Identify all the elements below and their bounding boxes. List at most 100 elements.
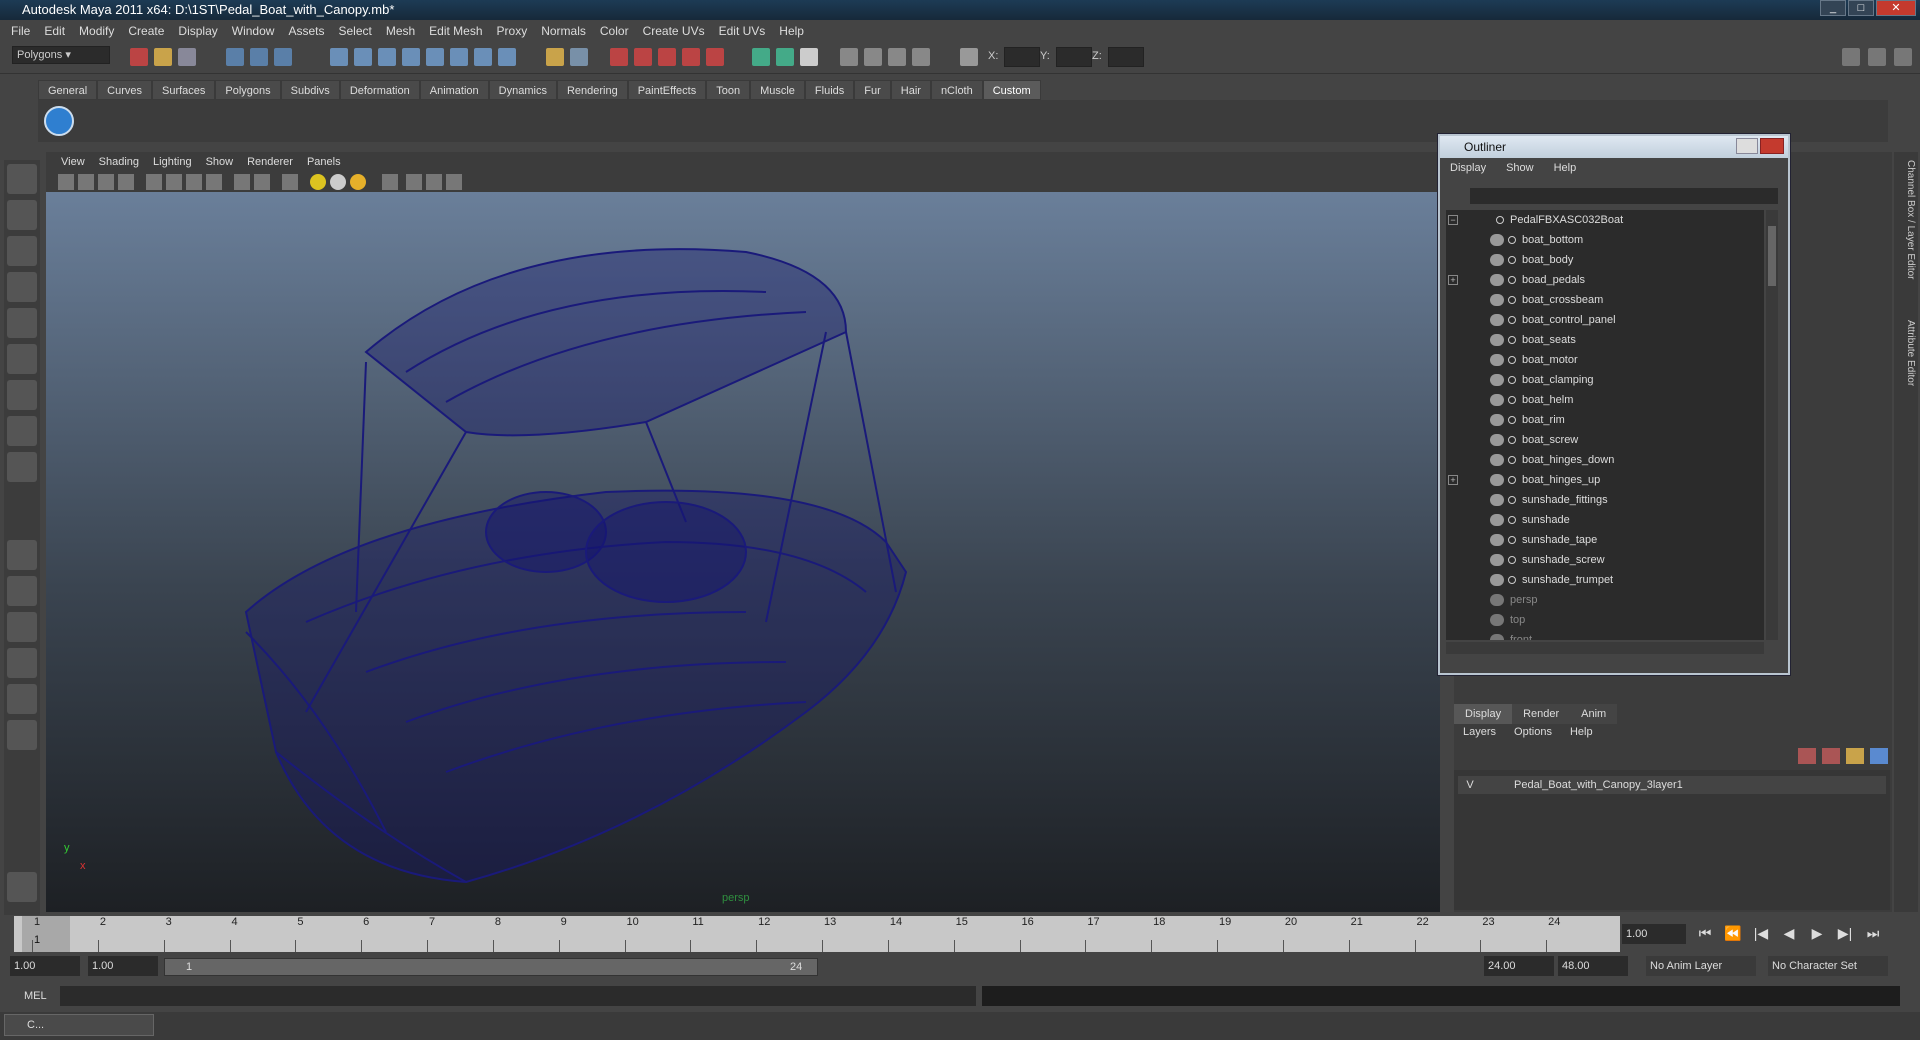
absolute-transform-icon[interactable]: [960, 48, 978, 66]
snap-curve-icon[interactable]: [354, 48, 372, 66]
tab-rendering[interactable]: Rendering: [556, 80, 628, 100]
open-scene-icon[interactable]: [154, 48, 172, 66]
list-item[interactable]: sunshade_screw: [1446, 550, 1764, 570]
list-item[interactable]: boat_bottom: [1446, 230, 1764, 250]
render-settings-icon[interactable]: [658, 48, 676, 66]
image-plane-icon[interactable]: [118, 174, 134, 190]
resolution-gate-icon[interactable]: [186, 174, 202, 190]
new-layer-selected-icon[interactable]: [1822, 748, 1840, 764]
render-view-icon[interactable]: [570, 48, 588, 66]
outliner-filter-field[interactable]: [1470, 188, 1778, 204]
menu-edit-mesh[interactable]: Edit Mesh: [422, 24, 489, 38]
list-item[interactable]: sunshade_trumpet: [1446, 570, 1764, 590]
expand-toggle[interactable]: +: [1448, 475, 1458, 485]
vp-menu-lighting[interactable]: Lighting: [146, 156, 199, 168]
tab-deformation[interactable]: Deformation: [339, 80, 420, 100]
tab-general[interactable]: General: [38, 80, 98, 100]
layer-row[interactable]: Pedal_Boat_with_Canopy_3layer1: [1458, 776, 1886, 794]
menu-display[interactable]: Display: [171, 24, 224, 38]
list-item[interactable]: sunshade: [1446, 510, 1764, 530]
textured-icon[interactable]: [282, 174, 298, 190]
scale-tool-icon[interactable]: [7, 344, 37, 374]
toggle-field-icon[interactable]: [776, 48, 794, 66]
ipr-render-icon[interactable]: [634, 48, 652, 66]
channel-icon[interactable]: [800, 48, 818, 66]
camera-icon[interactable]: [58, 174, 74, 190]
tab-curves[interactable]: Curves: [97, 80, 152, 100]
create-layer-from-selected-icon[interactable]: [1870, 748, 1888, 764]
list-item[interactable]: + boad_pedals: [1446, 270, 1764, 290]
xray-joints-icon[interactable]: [426, 174, 442, 190]
outliner-layout-icon[interactable]: [7, 612, 37, 642]
list-item[interactable]: boat_control_panel: [1446, 310, 1764, 330]
tab-surfaces[interactable]: Surfaces: [151, 80, 216, 100]
menu-color[interactable]: Color: [593, 24, 636, 38]
tab-painteffects[interactable]: PaintEffects: [627, 80, 707, 100]
outliner-horizontal-scrollbar[interactable]: [1446, 642, 1764, 654]
four-view-layout-icon[interactable]: [7, 576, 37, 606]
list-item[interactable]: sunshade_tape: [1446, 530, 1764, 550]
render-globals-icon[interactable]: [706, 48, 724, 66]
anim-end-field[interactable]: 48.00: [1558, 956, 1628, 976]
outliner-menu-display[interactable]: Display: [1440, 162, 1496, 180]
outliner-scroll-thumb[interactable]: [1768, 226, 1776, 286]
graph-layout-icon[interactable]: [7, 648, 37, 678]
tab-fluids[interactable]: Fluids: [804, 80, 855, 100]
vp-menu-panels[interactable]: Panels: [300, 156, 348, 168]
quick-layout-icon[interactable]: [7, 872, 37, 902]
current-frame-field[interactable]: 1.00: [1622, 924, 1686, 944]
toggle-attribute-editor-icon[interactable]: [1868, 48, 1886, 66]
select-tool-icon[interactable]: [7, 164, 37, 194]
toggle-channel-box-icon[interactable]: [1842, 48, 1860, 66]
manipulator-icon[interactable]: [7, 380, 37, 410]
list-item[interactable]: sunshade_fittings: [1446, 490, 1764, 510]
hypershade-icon[interactable]: [682, 48, 700, 66]
layer-menu-layers[interactable]: Layers: [1454, 726, 1505, 738]
film-gate-icon[interactable]: [166, 174, 182, 190]
step-back-frame-icon[interactable]: |◀: [1750, 922, 1772, 944]
grid-icon[interactable]: [146, 174, 162, 190]
tab-display[interactable]: Display: [1454, 704, 1513, 724]
construction-icon[interactable]: [474, 48, 492, 66]
menu-mesh[interactable]: Mesh: [379, 24, 422, 38]
tab-fur[interactable]: Fur: [854, 80, 891, 100]
go-to-start-icon[interactable]: ⏮: [1694, 922, 1716, 944]
play-backwards-icon[interactable]: ◀: [1778, 922, 1800, 944]
step-forward-frame-icon[interactable]: ▶|: [1834, 922, 1856, 944]
menu-edit-uvs[interactable]: Edit UVs: [712, 24, 773, 38]
tab-hair[interactable]: Hair: [890, 80, 931, 100]
tab-muscle[interactable]: Muscle: [750, 80, 805, 100]
range-slider[interactable]: [164, 958, 818, 976]
snap-grid-icon[interactable]: [330, 48, 348, 66]
layout-four-icon[interactable]: [864, 48, 882, 66]
tab-dynamics[interactable]: Dynamics: [488, 80, 557, 100]
outliner-root-item[interactable]: − PedalFBXASC032Boat: [1446, 210, 1764, 230]
render-layout-icon[interactable]: [7, 720, 37, 750]
camera-item[interactable]: persp: [1446, 590, 1764, 610]
mel-label[interactable]: MEL: [24, 990, 47, 1002]
rotate-tool-icon[interactable]: [7, 308, 37, 338]
menu-select[interactable]: Select: [331, 24, 378, 38]
command-input[interactable]: [60, 986, 976, 1006]
share-icon[interactable]: [446, 174, 462, 190]
play-forwards-icon[interactable]: ▶: [1806, 922, 1828, 944]
hypershade-layout-icon[interactable]: [7, 684, 37, 714]
anim-layer-dropdown[interactable]: No Anim Layer: [1646, 956, 1756, 976]
default-light-icon[interactable]: [330, 174, 346, 190]
create-layer-icon[interactable]: [1846, 748, 1864, 764]
x-field[interactable]: [1004, 47, 1040, 67]
menu-file[interactable]: File: [4, 24, 37, 38]
playback-start-field[interactable]: 1.00: [88, 956, 158, 976]
tab-ncloth[interactable]: nCloth: [930, 80, 983, 100]
snap-point-icon[interactable]: [378, 48, 396, 66]
select-object-icon[interactable]: [250, 48, 268, 66]
channel-box-tab[interactable]: Channel Box / Layer Editor: [1896, 160, 1916, 280]
layer-menu-help[interactable]: Help: [1561, 726, 1602, 738]
camera-attributes-icon[interactable]: [78, 174, 94, 190]
minimize-button[interactable]: _: [1820, 0, 1846, 16]
menu-edit[interactable]: Edit: [37, 24, 72, 38]
list-item[interactable]: boat_motor: [1446, 350, 1764, 370]
character-set-dropdown[interactable]: No Character Set: [1768, 956, 1888, 976]
time-slider[interactable]: 1 1 2 3 4 5 6 7 8 9 10 11 12 13 14 15 16 17 18 19 20 21 22 23 2…: [14, 916, 1620, 952]
new-scene-icon[interactable]: [130, 48, 148, 66]
